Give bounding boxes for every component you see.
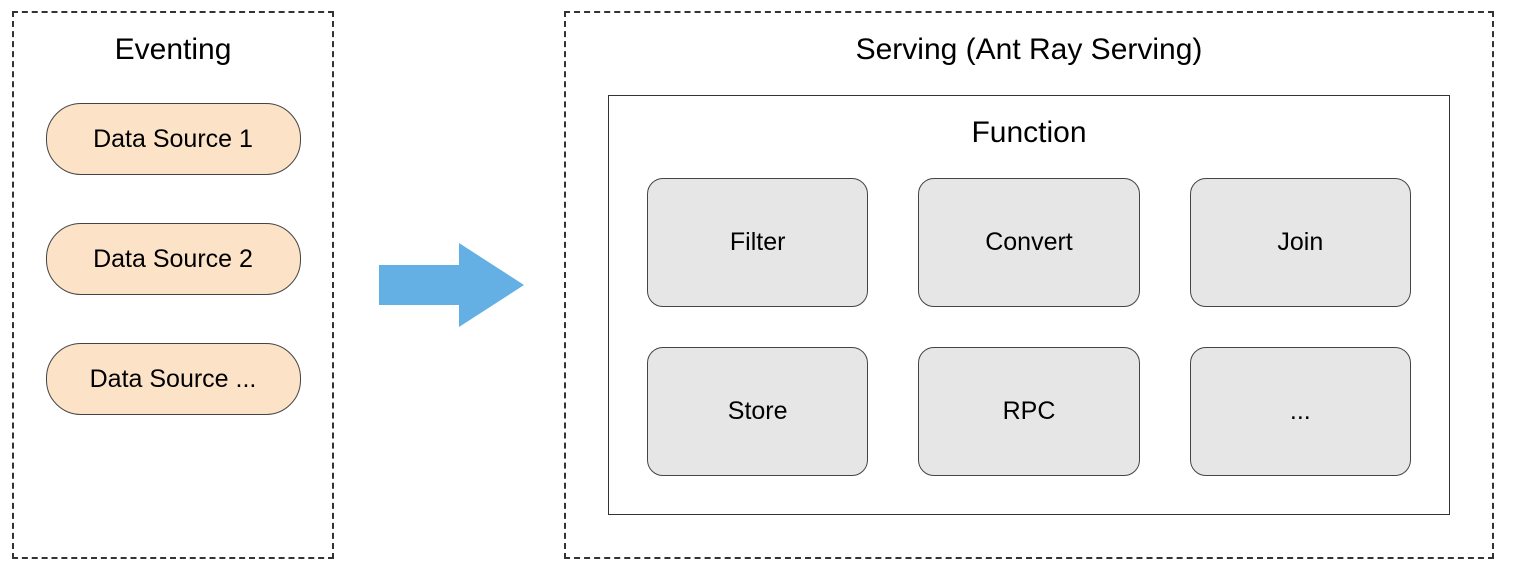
function-box: Function Filter Convert Join Store RPC .… bbox=[608, 95, 1450, 515]
function-convert: Convert bbox=[918, 178, 1139, 307]
function-more: ... bbox=[1190, 347, 1411, 476]
data-sources-list: Data Source 1 Data Source 2 Data Source … bbox=[46, 95, 301, 415]
data-source-1: Data Source 1 bbox=[46, 103, 301, 175]
serving-panel: Serving (Ant Ray Serving) Function Filte… bbox=[564, 11, 1494, 559]
eventing-title: Eventing bbox=[115, 33, 232, 67]
diagram-container: Eventing Data Source 1 Data Source 2 Dat… bbox=[0, 0, 1518, 570]
function-grid: Filter Convert Join Store RPC ... bbox=[647, 178, 1411, 476]
eventing-panel: Eventing Data Source 1 Data Source 2 Dat… bbox=[12, 11, 334, 559]
function-join: Join bbox=[1190, 178, 1411, 307]
arrow-icon bbox=[369, 235, 529, 335]
arrow-container bbox=[334, 11, 564, 559]
function-rpc: RPC bbox=[918, 347, 1139, 476]
data-source-more: Data Source ... bbox=[46, 343, 301, 415]
function-title: Function bbox=[971, 116, 1086, 150]
data-source-2: Data Source 2 bbox=[46, 223, 301, 295]
function-store: Store bbox=[647, 347, 868, 476]
serving-title: Serving (Ant Ray Serving) bbox=[856, 33, 1203, 67]
function-filter: Filter bbox=[647, 178, 868, 307]
